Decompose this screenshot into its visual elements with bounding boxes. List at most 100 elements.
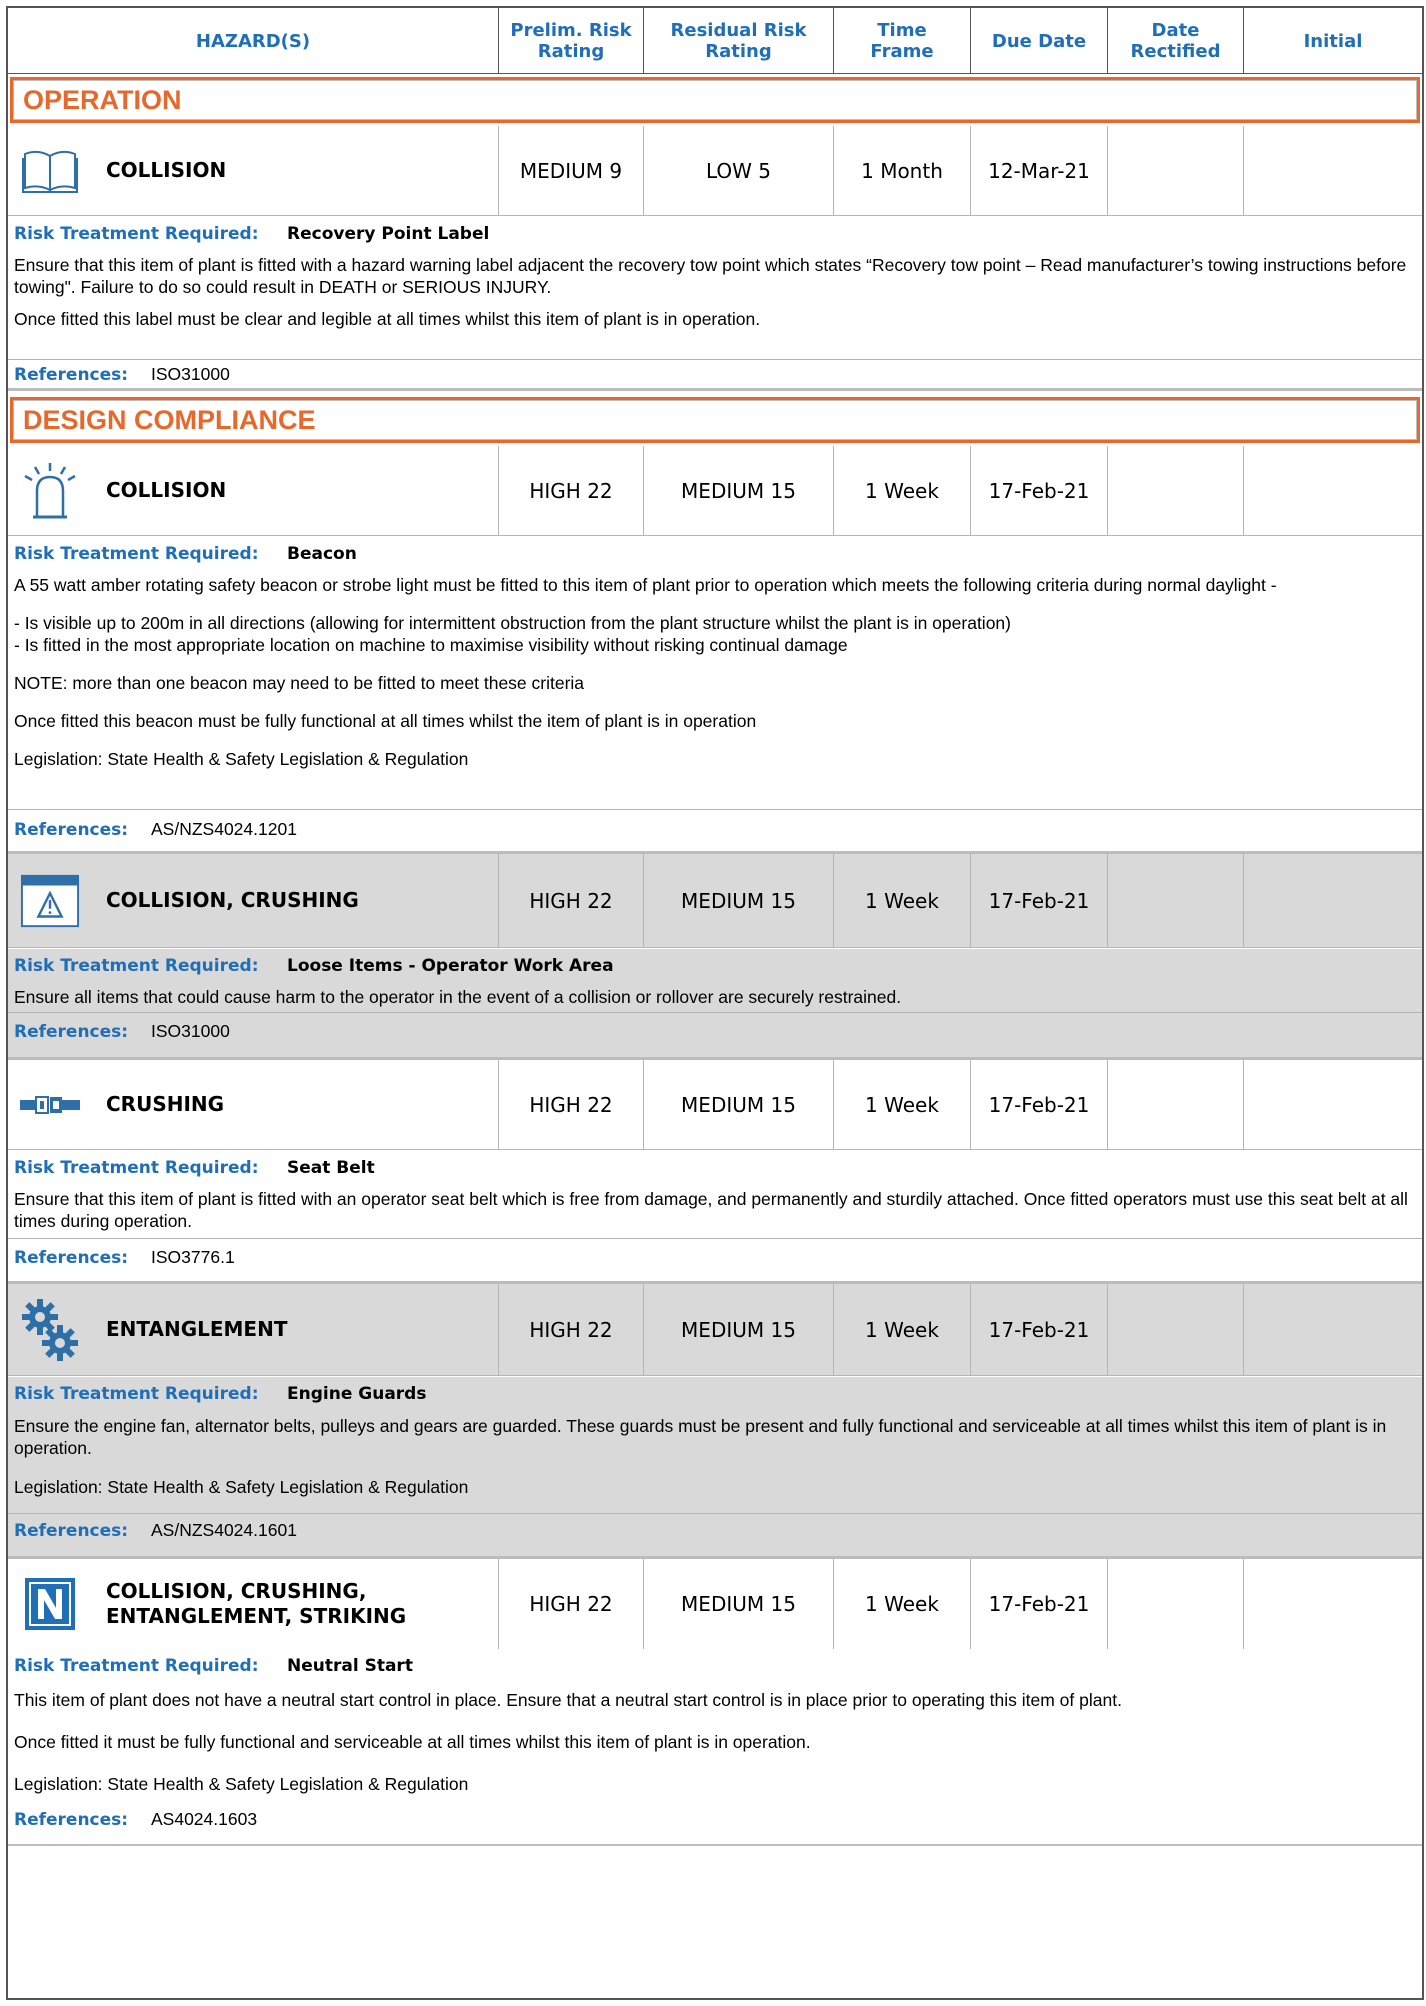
- treatment-title: Engine Guards: [287, 1384, 427, 1404]
- due-date: 17-Feb-21: [971, 1559, 1108, 1649]
- treatment-paragraph: Once fitted this label must be clear and…: [14, 309, 761, 329]
- treatment-block: Risk Treatment Required: Neutral Start Th…: [8, 1649, 1422, 1806]
- treatment-paragraph: Once fitted this beacon must be fully fu…: [14, 711, 757, 731]
- initial[interactable]: [1244, 1284, 1422, 1375]
- references-value: ISO3776.1: [151, 1247, 235, 1267]
- date-rectified[interactable]: [1108, 1559, 1244, 1649]
- prelim-rating: MEDIUM 9: [499, 126, 644, 215]
- initial[interactable]: [1244, 854, 1422, 947]
- references-value: AS/NZS4024.1601: [151, 1520, 297, 1540]
- time-frame: 1 Month: [834, 126, 971, 215]
- references-row: References: ISO31000: [8, 1012, 1422, 1060]
- references-label: References:: [14, 365, 129, 385]
- hazard-name: ENTANGLEMENT: [106, 1317, 288, 1341]
- prelim-rating: HIGH 22: [499, 854, 644, 947]
- initial[interactable]: [1244, 446, 1422, 535]
- time-frame: 1 Week: [834, 854, 971, 947]
- treatment-title: Seat Belt: [287, 1158, 375, 1178]
- risk-treatment-label: Risk Treatment Required:: [14, 224, 259, 244]
- section-operation: OPERATION: [10, 77, 1420, 123]
- hazard-row: CRUSHING HIGH 22 MEDIUM 15 1 Week 17-Feb…: [8, 1060, 1422, 1150]
- references-value: AS4024.1603: [151, 1809, 258, 1829]
- header-due-date: Due Date: [971, 8, 1108, 74]
- seat-belt-icon: [20, 1075, 80, 1135]
- time-frame: 1 Week: [834, 1559, 971, 1649]
- treatment-paragraph: NOTE: more than one beacon may need to b…: [14, 673, 585, 693]
- header-prelim-risk-rating: Prelim. Risk Rating: [499, 8, 644, 74]
- risk-treatment-label: Risk Treatment Required:: [14, 1656, 259, 1676]
- hazard-row: COLLISION, CRUSHING, ENTANGLEMENT, STRIK…: [8, 1559, 1422, 1649]
- hazard-row: COLLISION, CRUSHING HIGH 22 MEDIUM 15 1 …: [8, 854, 1422, 948]
- references-label: References:: [14, 1022, 129, 1042]
- treatment-paragraph: Legislation: State Health & Safety Legis…: [14, 1774, 469, 1794]
- treatment-paragraph: Legislation: State Health & Safety Legis…: [14, 749, 469, 769]
- references-label: References:: [14, 1248, 129, 1268]
- beacon-icon: [20, 461, 80, 521]
- date-rectified[interactable]: [1108, 1060, 1244, 1149]
- hazard-table: HAZARD(S) Prelim. Risk Rating Residual R…: [6, 6, 1424, 2000]
- hazard-name: COLLISION, CRUSHING: [106, 888, 359, 912]
- references-label: References:: [14, 1521, 129, 1541]
- treatment-paragraph: A 55 watt amber rotating safety beacon o…: [14, 575, 1277, 595]
- treatment-block: Risk Treatment Required: Recovery Point L…: [8, 217, 1422, 359]
- risk-treatment-label: Risk Treatment Required:: [14, 1158, 259, 1178]
- residual-rating: MEDIUM 15: [644, 1060, 834, 1149]
- header-hazards: HAZARD(S): [8, 8, 499, 74]
- hazard-cell: ENTANGLEMENT: [8, 1284, 499, 1375]
- hazard-cell: COLLISION, CRUSHING: [8, 854, 499, 947]
- risk-treatment-label: Risk Treatment Required:: [14, 1384, 259, 1404]
- initial[interactable]: [1244, 1559, 1422, 1649]
- residual-rating: MEDIUM 15: [644, 446, 834, 535]
- treatment-paragraph: This item of plant does not have a neutr…: [14, 1690, 1122, 1710]
- hazard-cell: CRUSHING: [8, 1060, 499, 1149]
- residual-rating: MEDIUM 15: [644, 1559, 834, 1649]
- hazard-row: ENTANGLEMENT HIGH 22 MEDIUM 15 1 Week 17…: [8, 1284, 1422, 1376]
- date-rectified[interactable]: [1108, 126, 1244, 215]
- time-frame: 1 Week: [834, 1060, 971, 1149]
- hazard-name: CRUSHING: [106, 1092, 225, 1116]
- time-frame: 1 Week: [834, 1284, 971, 1375]
- references-row: References: ISO31000: [8, 359, 1422, 391]
- header-date-rectified: Date Rectified: [1108, 8, 1244, 74]
- initial[interactable]: [1244, 126, 1422, 215]
- hazard-cell: COLLISION, CRUSHING, ENTANGLEMENT, STRIK…: [8, 1559, 499, 1649]
- risk-assessment-page: HAZARD(S) Prelim. Risk Rating Residual R…: [0, 0, 1426, 2006]
- references-row: References: AS4024.1603: [8, 1806, 1422, 1846]
- due-date: 17-Feb-21: [971, 446, 1108, 535]
- date-rectified[interactable]: [1108, 446, 1244, 535]
- hazard-row: COLLISION HIGH 22 MEDIUM 15 1 Week 17-Fe…: [8, 446, 1422, 536]
- references-row: References: AS/NZS4024.1201: [8, 809, 1422, 854]
- prelim-rating: HIGH 22: [499, 1559, 644, 1649]
- treatment-block: Risk Treatment Required: Loose Items - Op…: [8, 949, 1422, 1012]
- initial[interactable]: [1244, 1060, 1422, 1149]
- open-book-icon: [20, 141, 80, 201]
- treatment-block: Risk Treatment Required: Seat Belt Ensure…: [8, 1151, 1422, 1238]
- prelim-rating: HIGH 22: [499, 1060, 644, 1149]
- treatment-block: Risk Treatment Required: Beacon A 55 watt…: [8, 537, 1422, 809]
- treatment-paragraph: - Is visible up to 200m in all direction…: [14, 613, 1011, 655]
- time-frame: 1 Week: [834, 446, 971, 535]
- date-rectified[interactable]: [1108, 854, 1244, 947]
- header-residual-risk-rating: Residual Risk Rating: [644, 8, 834, 74]
- prelim-rating: HIGH 22: [499, 1284, 644, 1375]
- header-time-frame: Time Frame: [834, 8, 971, 74]
- hazard-name: COLLISION: [106, 158, 227, 182]
- references-value: ISO31000: [151, 1021, 230, 1041]
- treatment-block: Risk Treatment Required: Engine Guards En…: [8, 1377, 1422, 1513]
- date-rectified[interactable]: [1108, 1284, 1244, 1375]
- table-header: HAZARD(S) Prelim. Risk Rating Residual R…: [8, 8, 1422, 74]
- references-value: ISO31000: [151, 364, 230, 384]
- section-design-compliance: DESIGN COMPLIANCE: [10, 397, 1420, 443]
- risk-treatment-label: Risk Treatment Required:: [14, 544, 259, 564]
- hazard-name: COLLISION: [106, 478, 227, 502]
- prelim-rating: HIGH 22: [499, 446, 644, 535]
- due-date: 17-Feb-21: [971, 1284, 1108, 1375]
- treatment-paragraph: Once fitted it must be fully functional …: [14, 1732, 811, 1752]
- hazard-row: COLLISION MEDIUM 9 LOW 5 1 Month 12-Mar-…: [8, 126, 1422, 216]
- hazard-cell: COLLISION: [8, 126, 499, 215]
- treatment-title: Recovery Point Label: [287, 224, 490, 244]
- warning-window-icon: [20, 871, 80, 931]
- treatment-title: Beacon: [287, 544, 357, 564]
- treatment-paragraph: Ensure the engine fan, alternator belts,…: [14, 1416, 1387, 1458]
- risk-treatment-label: Risk Treatment Required:: [14, 956, 259, 976]
